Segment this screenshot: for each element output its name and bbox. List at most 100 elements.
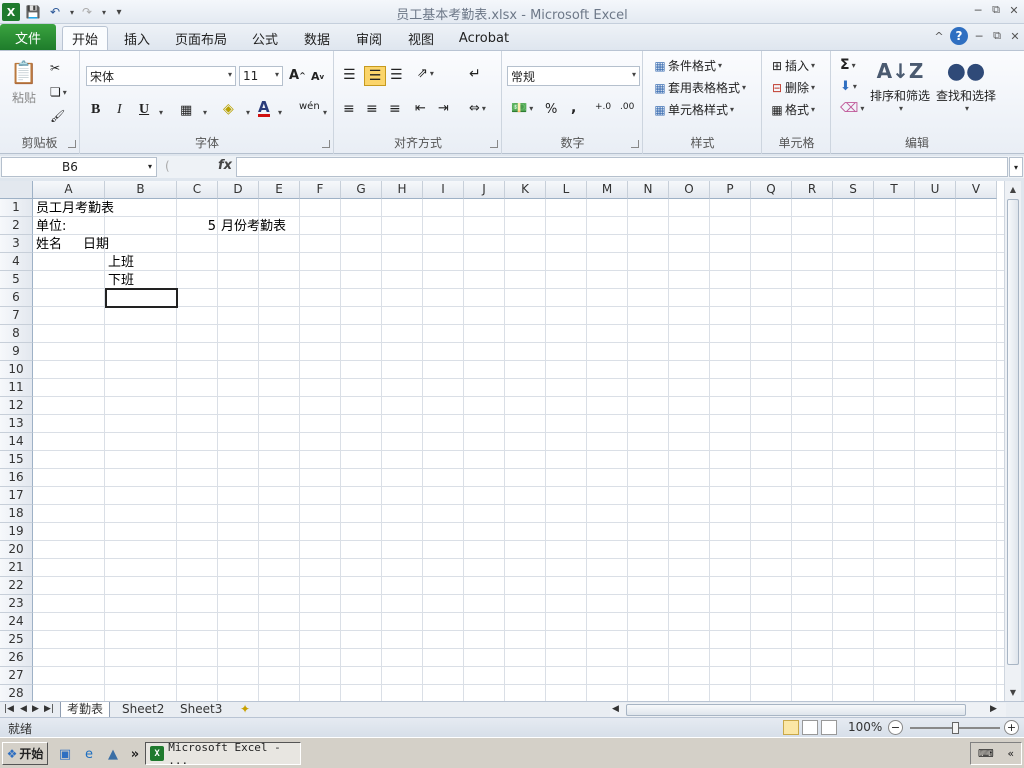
- sort-filter-button[interactable]: A↓Z 排序和筛选 ▾: [868, 55, 932, 113]
- column-header-q[interactable]: Q: [751, 181, 792, 199]
- row-header-3[interactable]: 3: [0, 235, 33, 253]
- tab-formulas[interactable]: 公式: [244, 26, 286, 50]
- normal-view-icon[interactable]: [783, 720, 799, 735]
- column-header-k[interactable]: K: [505, 181, 546, 199]
- quicklaunch-chevron-icon[interactable]: »: [126, 745, 144, 763]
- zoom-out-icon[interactable]: −: [888, 720, 903, 735]
- align-right-icon[interactable]: ≡: [389, 101, 401, 117]
- restore-icon[interactable]: ⧉: [988, 2, 1004, 18]
- row-header-14[interactable]: 14: [0, 433, 33, 451]
- align-top-icon[interactable]: ☰: [343, 67, 356, 83]
- borders-icon[interactable]: ▦: [180, 103, 192, 118]
- fill-icon[interactable]: ⬇ ▾: [840, 79, 857, 94]
- doc-close-icon[interactable]: ✕: [1008, 30, 1022, 43]
- column-header-j[interactable]: J: [464, 181, 505, 199]
- expand-formula-bar-icon[interactable]: ▾: [1009, 157, 1023, 177]
- underline-dropdown-icon[interactable]: ▾: [159, 108, 163, 117]
- phonetic-dropdown-icon[interactable]: ▾: [323, 108, 327, 117]
- column-header-e[interactable]: E: [259, 181, 300, 199]
- row-header-20[interactable]: 20: [0, 541, 33, 559]
- decrease-decimal-icon[interactable]: .00: [620, 102, 634, 112]
- row-header-9[interactable]: 9: [0, 343, 33, 361]
- sheet-tab-sheet2[interactable]: Sheet2: [116, 702, 170, 718]
- italic-button[interactable]: I: [117, 102, 122, 118]
- decrease-indent-icon[interactable]: ⇤: [415, 101, 426, 116]
- media-player-icon[interactable]: ▲: [104, 745, 122, 763]
- merge-center-icon[interactable]: ⇔ ▾: [469, 101, 486, 116]
- delete-cells-button[interactable]: ⊟ 删除 ▾: [769, 79, 815, 96]
- doc-restore-icon[interactable]: ⧉: [990, 29, 1004, 43]
- scroll-up-icon[interactable]: ▲: [1006, 182, 1020, 196]
- row-header-28[interactable]: 28: [0, 685, 33, 701]
- alignment-launcher-icon[interactable]: [490, 140, 498, 148]
- cell-styles-button[interactable]: ▦ 单元格样式 ▾: [652, 101, 734, 118]
- font-color-dropdown-icon[interactable]: ▾: [278, 108, 282, 117]
- scroll-right-icon[interactable]: ▶: [990, 704, 997, 714]
- insert-sheet-icon[interactable]: ✦: [234, 702, 256, 718]
- comma-style-button[interactable]: ,: [571, 100, 576, 116]
- column-header-g[interactable]: G: [341, 181, 382, 199]
- file-tab[interactable]: 文件: [0, 24, 56, 50]
- cell-b4[interactable]: 上班: [108, 254, 134, 272]
- start-button[interactable]: ❖ 开始: [2, 742, 48, 765]
- zoom-level[interactable]: 100%: [848, 720, 882, 734]
- row-header-6[interactable]: 6: [0, 289, 33, 307]
- find-select-button[interactable]: ●● 查找和选择 ▾: [934, 55, 998, 114]
- column-header-f[interactable]: F: [300, 181, 341, 199]
- copy-icon[interactable]: ❏ ▾: [50, 85, 67, 99]
- row-header-19[interactable]: 19: [0, 523, 33, 541]
- clipboard-launcher-icon[interactable]: [68, 140, 76, 148]
- row-header-17[interactable]: 17: [0, 487, 33, 505]
- help-icon[interactable]: ?: [950, 27, 968, 45]
- format-painter-icon[interactable]: 🖌: [50, 109, 65, 123]
- horizontal-scroll-thumb[interactable]: [626, 704, 966, 716]
- next-sheet-icon[interactable]: ▶: [32, 704, 39, 714]
- underline-button[interactable]: U: [139, 102, 149, 118]
- tab-review[interactable]: 审阅: [348, 26, 390, 50]
- font-color-icon[interactable]: A: [258, 100, 270, 117]
- conditional-formatting-button[interactable]: ▦ 条件格式 ▾: [652, 57, 722, 74]
- column-header-u[interactable]: U: [915, 181, 956, 199]
- row-header-15[interactable]: 15: [0, 451, 33, 469]
- column-header-p[interactable]: P: [710, 181, 751, 199]
- row-header-24[interactable]: 24: [0, 613, 33, 631]
- show-desktop-icon[interactable]: ▣: [56, 745, 74, 763]
- insert-function-icon[interactable]: fx: [218, 158, 232, 173]
- row-header-11[interactable]: 11: [0, 379, 33, 397]
- column-header-d[interactable]: D: [218, 181, 259, 199]
- column-header-n[interactable]: N: [628, 181, 669, 199]
- font-name-box[interactable]: 宋体 ▾: [86, 66, 236, 86]
- fill-color-icon[interactable]: ◈: [223, 101, 234, 117]
- vertical-scroll-thumb[interactable]: [1007, 199, 1019, 665]
- column-header-t[interactable]: T: [874, 181, 915, 199]
- cell-d2[interactable]: 月份考勤表: [221, 218, 286, 236]
- sheet-tab-sheet3[interactable]: Sheet3: [174, 702, 228, 718]
- zoom-slider-thumb[interactable]: [952, 722, 959, 734]
- align-middle-icon[interactable]: ☰: [364, 66, 386, 86]
- column-header-b[interactable]: B: [105, 181, 177, 199]
- tab-page-layout[interactable]: 页面布局: [170, 26, 232, 50]
- bold-button[interactable]: B: [91, 102, 100, 118]
- grow-font-icon[interactable]: A ^: [289, 68, 306, 83]
- row-header-25[interactable]: 25: [0, 631, 33, 649]
- page-layout-view-icon[interactable]: [802, 720, 818, 735]
- scroll-left-icon[interactable]: ◀: [612, 704, 619, 714]
- column-header-s[interactable]: S: [833, 181, 874, 199]
- first-sheet-icon[interactable]: |◀: [4, 704, 14, 714]
- selected-cell-b6[interactable]: [105, 288, 178, 308]
- insert-cells-button[interactable]: ⊞ 插入 ▾: [769, 57, 815, 74]
- row-header-7[interactable]: 7: [0, 307, 33, 325]
- name-box[interactable]: B6 ▾: [1, 157, 157, 177]
- row-header-2[interactable]: 2: [0, 217, 33, 235]
- font-name-dropdown-icon[interactable]: ▾: [228, 70, 232, 79]
- page-break-view-icon[interactable]: [821, 720, 837, 735]
- cell-a2[interactable]: 单位:: [36, 218, 66, 236]
- row-header-16[interactable]: 16: [0, 469, 33, 487]
- row-header-21[interactable]: 21: [0, 559, 33, 577]
- format-cells-button[interactable]: ▦ 格式 ▾: [769, 101, 815, 118]
- row-header-8[interactable]: 8: [0, 325, 33, 343]
- orientation-icon[interactable]: ⇗ ▾: [417, 66, 434, 81]
- name-box-dropdown-icon[interactable]: ▾: [148, 162, 152, 171]
- fill-color-dropdown-icon[interactable]: ▾: [246, 108, 250, 117]
- align-center-icon[interactable]: ≡: [366, 101, 378, 117]
